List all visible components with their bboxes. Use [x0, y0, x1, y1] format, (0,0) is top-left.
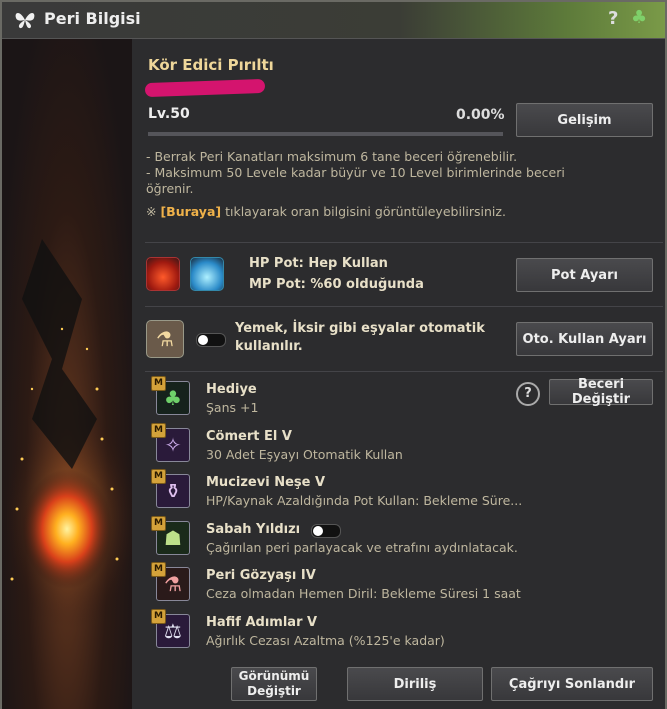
- skill-desc: Çağırılan peri parlayacak ve etrafını ay…: [206, 540, 518, 555]
- skill-desc: Ağırlık Cezası Azaltma (%125'e kadar): [206, 633, 445, 648]
- auto-use-toggle[interactable]: [196, 333, 226, 347]
- rate-info-note: ※ [Buraya] tıklayarak oran bilgisini gör…: [146, 204, 506, 220]
- mp-potion-icon: [190, 257, 224, 291]
- skill-desc: Ceza olmadan Hemen Diril: Bekleme Süresi…: [206, 586, 521, 601]
- potion-settings-button[interactable]: Pot Ayarı: [516, 258, 653, 292]
- exp-percent: 0.00%: [456, 107, 505, 123]
- auto-use-label-2: kullanılır.: [235, 339, 303, 354]
- grow-button[interactable]: Gelişim: [516, 103, 653, 137]
- info-line-3: öğrenir.: [146, 181, 194, 196]
- master-badge: M: [151, 376, 166, 391]
- skill-name: Peri Gözyaşı IV: [206, 568, 316, 583]
- title-bar[interactable]: Peri Bilgisi ? ♣: [2, 2, 665, 39]
- auto-use-label-1: Yemek, İksir gibi eşyalar otomatik: [235, 321, 485, 336]
- divider: [145, 306, 663, 307]
- exp-bar: [148, 132, 503, 136]
- info-panel: [132, 39, 665, 709]
- skill-name: Hediye: [206, 382, 257, 397]
- note-suffix: tıklayarak oran bilgisini görüntüleyebil…: [221, 204, 506, 219]
- skill-name: Mucizevi Neşe V: [206, 475, 326, 490]
- divider: [145, 371, 663, 372]
- master-badge: M: [151, 609, 166, 624]
- master-badge: M: [151, 516, 166, 531]
- sabah-yildizi-toggle[interactable]: [311, 524, 341, 538]
- skill-name: Hafif Adımlar V: [206, 615, 318, 630]
- skill-desc: 30 Adet Eşyayı Otomatik Kullan: [206, 447, 403, 462]
- master-badge: M: [151, 469, 166, 484]
- change-appearance-button[interactable]: Görünümü Değiştir: [231, 667, 317, 701]
- peri-name: Kör Edici Pırıltı: [148, 56, 274, 74]
- info-line-2: - Maksimum 50 Levele kadar büyür ve 10 L…: [146, 165, 565, 180]
- peri-portrait: [2, 39, 132, 709]
- auto-use-settings-button[interactable]: Oto. Kullan Ayarı: [516, 322, 653, 356]
- hp-potion-setting: HP Pot: Hep Kullan: [249, 256, 388, 271]
- change-skill-button[interactable]: Beceri Değiştir: [549, 377, 653, 407]
- skill-name: Cömert El V: [206, 429, 292, 444]
- skill-desc: HP/Kaynak Azaldığında Pot Kullan: Beklem…: [206, 493, 523, 508]
- master-badge: M: [151, 423, 166, 438]
- peri-level: Lv.50: [148, 106, 190, 122]
- auto-use-flask-icon: ⚗: [146, 320, 184, 358]
- rate-info-link[interactable]: [Buraya]: [160, 204, 221, 219]
- note-prefix: ※: [146, 204, 161, 219]
- end-summon-button[interactable]: Çağrıyı Sonlandır: [491, 667, 653, 701]
- clover-icon[interactable]: ♣: [631, 7, 647, 28]
- divider: [145, 242, 663, 243]
- skill-desc: Şans +1: [206, 400, 259, 415]
- window-title: Peri Bilgisi: [44, 9, 141, 28]
- hp-potion-icon: [146, 257, 180, 291]
- revive-button[interactable]: Diriliş: [347, 667, 483, 701]
- butterfly-icon: [15, 13, 35, 29]
- master-badge: M: [151, 562, 166, 577]
- help-icon[interactable]: ?: [608, 8, 618, 29]
- skill-name: Sabah Yıldızı: [206, 522, 301, 537]
- mp-potion-setting: MP Pot: %60 olduğunda: [249, 277, 424, 292]
- help-icon[interactable]: ?: [516, 382, 540, 406]
- info-line-1: - Berrak Peri Kanatları maksimum 6 tane …: [146, 149, 518, 164]
- fire-fairy-image: [2, 239, 132, 629]
